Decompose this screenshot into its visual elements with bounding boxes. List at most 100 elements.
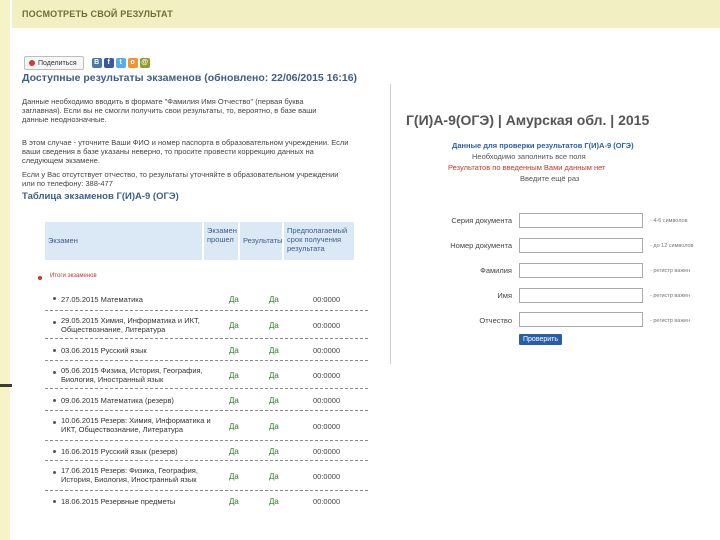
exam-results: Да: [269, 447, 279, 456]
series-label: Серия документа: [451, 216, 512, 225]
share-row: Поделиться В f t o @: [24, 56, 150, 70]
number-label: Номер документа: [450, 241, 512, 250]
exam-results: Да: [269, 321, 279, 330]
col-results: Результаты: [240, 222, 283, 260]
exam-results: Да: [269, 346, 279, 355]
series-hint: - 4-6 символов: [650, 218, 688, 224]
row-bullet: [53, 500, 56, 503]
exam-results: Да: [269, 295, 279, 304]
exam-passed: Да: [229, 447, 239, 456]
exam-deadline: 00:0000: [313, 422, 341, 431]
header-title: ПОСМОТРЕТЬ СВОЙ РЕЗУЛЬТАТ: [22, 9, 173, 19]
check-button[interactable]: Проверить: [519, 334, 563, 345]
row-bullet: [53, 297, 56, 300]
table-row[interactable]: 29.05.2015 Химия, Информатика и ИКТ, Общ…: [45, 312, 368, 339]
exam-passed: Да: [229, 321, 239, 330]
exam-date-subject: 17.06.2015 Резерв: Физика, География, Ис…: [61, 466, 198, 484]
patronymic-label: Отчество: [479, 316, 512, 325]
table-row[interactable]: 05.06.2015 Физика, История, География, Б…: [45, 362, 368, 389]
surname-label: Фамилия: [480, 266, 512, 275]
exam-date-subject: 27.05.2015 Математика: [61, 295, 143, 304]
panel-divider: [390, 84, 391, 364]
row-bullet: [53, 321, 56, 324]
form-retry: Введите ещё раз: [520, 174, 580, 183]
header-strip: ПОСМОТРЕТЬ СВОЙ РЕЗУЛЬТАТ: [12, 0, 720, 28]
exam-date-subject: 10.06.2015 Резерв: Химия, Информатика и …: [61, 416, 211, 434]
exam-deadline: 00:0000: [313, 321, 341, 330]
facebook-icon[interactable]: f: [103, 58, 114, 68]
exam-date-subject: 03.06.2015 Русский язык: [61, 346, 147, 355]
row-bullet: [53, 421, 56, 424]
exam-deadline: 00:0000: [313, 497, 341, 506]
table-row[interactable]: 27.05.2015 Математика Да Да 00:0000: [45, 288, 368, 311]
col-exam: Экзамен: [45, 222, 202, 260]
table-row[interactable]: 18.06.2015 Резервные предметы Да Да 00:0…: [45, 492, 368, 510]
exam-deadline: 00:0000: [313, 472, 341, 481]
table-row[interactable]: 09.06.2015 Математика (резерв) Да Да 00:…: [45, 390, 368, 411]
legend-dot-icon: [38, 276, 42, 280]
instruction-text-3: Если у Вас отсутствует отчество, то резу…: [22, 170, 339, 188]
instruction-text-1: Данные необходимо вводить в формате "Фам…: [22, 97, 317, 124]
exam-passed: Да: [229, 371, 239, 380]
exam-date-subject: 18.06.2015 Резервные предметы: [61, 497, 176, 506]
twitter-icon[interactable]: t: [115, 58, 126, 68]
share-label: Поделиться: [38, 59, 77, 67]
left-decor-mark: [0, 384, 12, 387]
exam-passed: Да: [229, 422, 239, 431]
form-heading: Данные для проверки результатов Г(И)А-9 …: [452, 141, 634, 150]
row-bullet: [53, 371, 56, 374]
exam-deadline: 00:0000: [313, 295, 341, 304]
name-hint: - регистр важен: [650, 293, 691, 299]
exam-date-subject: 16.06.2015 Русский язык (резерв): [61, 447, 178, 456]
mail-icon[interactable]: @: [139, 58, 150, 68]
surname-hint: - регистр важен: [650, 268, 691, 274]
col-deadline: Предполагаемый срок получения результата: [284, 222, 354, 260]
name-label: Имя: [497, 291, 512, 300]
table-row[interactable]: 03.06.2015 Русский язык Да Да 00:0000: [45, 340, 368, 361]
surname-input[interactable]: [519, 263, 643, 278]
result-panel-title: Г(И)А-9(ОГЭ) | Амурская обл. | 2015: [406, 112, 650, 128]
exam-passed: Да: [229, 295, 239, 304]
exam-date-subject: 05.06.2015 Физика, История, География, Б…: [61, 366, 203, 384]
exam-date-subject: 29.05.2015 Химия, Информатика и ИКТ, Общ…: [61, 316, 200, 334]
number-hint: - до 12 символов: [650, 243, 694, 249]
exam-passed: Да: [229, 396, 239, 405]
row-bullet: [53, 471, 56, 474]
exam-results: Да: [269, 497, 279, 506]
instruction-text-2: В этом случае - уточните Ваши ФИО и номе…: [22, 138, 349, 165]
exam-results: Да: [269, 472, 279, 481]
odnoklassniki-icon[interactable]: o: [127, 58, 138, 68]
table-row[interactable]: 17.06.2015 Резерв: Физика, География, Ис…: [45, 462, 368, 491]
series-input[interactable]: [519, 213, 643, 228]
table-row[interactable]: 16.06.2015 Русский язык (резерв) Да Да 0…: [45, 442, 368, 461]
table-row[interactable]: 10.06.2015 Резерв: Химия, Информатика и …: [45, 412, 368, 441]
row-bullet: [53, 349, 56, 352]
exam-date-subject: 09.06.2015 Математика (резерв): [61, 396, 174, 405]
patronymic-input[interactable]: [519, 312, 643, 327]
exam-passed: Да: [229, 346, 239, 355]
exam-results: Да: [269, 396, 279, 405]
form-instruction: Необходимо заполнить все поля: [472, 152, 586, 161]
share-icon: [29, 60, 35, 66]
exam-results: Да: [269, 371, 279, 380]
exam-table-title: Таблица экзаменов Г(И)А-9 (ОГЭ): [22, 191, 179, 202]
page-title: Доступные результаты экзаменов (обновлен…: [22, 72, 358, 84]
exam-results: Да: [269, 422, 279, 431]
exam-table-header: Экзамен Экзамен прошел Результаты Предпо…: [45, 222, 368, 260]
col-passed: Экзамен прошел: [204, 222, 238, 260]
exam-passed: Да: [229, 472, 239, 481]
exam-deadline: 00:0000: [313, 346, 341, 355]
vk-icon[interactable]: В: [91, 58, 102, 68]
number-input[interactable]: [519, 238, 643, 253]
name-input[interactable]: [519, 288, 643, 303]
row-bullet: [53, 399, 56, 402]
share-button[interactable]: Поделиться: [24, 56, 84, 70]
exam-deadline: 00:0000: [313, 371, 341, 380]
left-decor-bar: [0, 0, 10, 540]
legend-text: Итоги экзаменов: [50, 273, 97, 279]
row-bullet: [53, 450, 56, 453]
patronymic-hint: - регистр важен: [650, 318, 691, 324]
exam-passed: Да: [229, 497, 239, 506]
exam-deadline: 00:0000: [313, 396, 341, 405]
form-error: Результатов по введенным Вами данным нет: [448, 163, 606, 172]
